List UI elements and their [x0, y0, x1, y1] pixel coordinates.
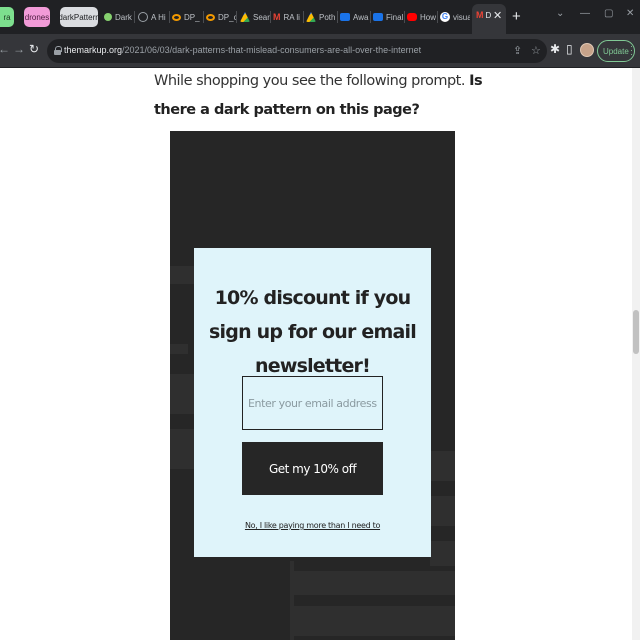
tab-final[interactable]: Final	[373, 6, 403, 28]
get-discount-button[interactable]: Get my 10% off	[242, 442, 383, 495]
newsletter-popup: 10% discount if you sign up for our emai…	[194, 248, 431, 557]
gmail-icon: M	[476, 10, 484, 20]
extensions-puzzle-icon[interactable]: ✱	[550, 42, 560, 56]
youtube-icon	[407, 13, 417, 21]
scrollbar-thumb[interactable]	[633, 310, 639, 354]
popup-title: 10% discount if you sign up for our emai…	[209, 287, 417, 377]
lock-icon	[54, 46, 62, 55]
google-icon: G	[440, 12, 450, 22]
page-scrollbar[interactable]	[632, 68, 640, 640]
close-window-icon[interactable]: ✕	[626, 8, 634, 19]
forward-icon[interactable]: →	[13, 42, 25, 56]
tab-dp-2[interactable]: DP_c	[206, 6, 236, 28]
tab-active-title: M D	[476, 10, 492, 20]
tab-search[interactable]: Sear	[240, 6, 270, 28]
maximize-icon[interactable]: ▢	[604, 8, 613, 19]
tab-strip: ra drones darkPattern Dark A Hi DP_ DP_c…	[0, 0, 640, 34]
tab-search-icon[interactable]: ⌄	[556, 8, 564, 19]
tab-awa[interactable]: Awa	[340, 6, 370, 28]
infinity-icon	[172, 13, 181, 21]
minimize-icon[interactable]: —	[580, 8, 590, 19]
tab-poth[interactable]: Poth	[306, 6, 336, 28]
tab-dp-1[interactable]: DP_	[172, 6, 202, 28]
leaf-icon	[104, 13, 112, 21]
letter-icon	[340, 13, 350, 21]
letter-icon	[373, 13, 383, 21]
avatar[interactable]	[580, 43, 594, 57]
share-icon[interactable]: ⇪	[513, 44, 522, 57]
email-field[interactable]	[242, 376, 383, 430]
drive-icon	[306, 12, 316, 22]
globe-icon	[138, 12, 148, 22]
close-tab-icon[interactable]: ✕	[493, 9, 502, 22]
address-bar[interactable]: themarkup.org/2021/06/03/dark-patterns-t…	[47, 39, 547, 63]
tab-ra-li[interactable]: M RA li	[273, 6, 303, 28]
article-prompt: While shopping you see the following pro…	[154, 73, 483, 118]
page-content: While shopping you see the following pro…	[0, 68, 640, 640]
bookmark-star-icon[interactable]: ☆	[531, 44, 541, 57]
tab-how[interactable]: How	[407, 6, 437, 28]
tab-dark[interactable]: Dark	[104, 6, 134, 28]
drive-icon	[240, 12, 250, 22]
new-tab-button[interactable]: +	[512, 8, 521, 25]
reload-icon[interactable]: ↻	[29, 42, 39, 56]
url-text[interactable]: themarkup.org/2021/06/03/dark-patterns-t…	[64, 45, 421, 55]
tab-a-hi[interactable]: A Hi	[138, 6, 168, 28]
tab-group-drones[interactable]: drones	[24, 7, 50, 27]
infinity-icon	[206, 13, 215, 21]
decline-link[interactable]: No, I like paying more than I need to	[194, 521, 431, 530]
browser-toolbar: ← → ↻ themarkup.org/2021/06/03/dark-patt…	[0, 34, 640, 68]
gmail-icon: M	[273, 12, 281, 22]
menu-dots-icon[interactable]: · · ·	[630, 42, 634, 59]
tab-group-ra[interactable]: ra	[0, 7, 14, 27]
tab-visua[interactable]: G visua	[440, 6, 470, 28]
back-icon[interactable]: ←	[0, 42, 10, 56]
sidepanel-icon[interactable]: ▯	[566, 42, 573, 56]
tab-group-darkpattern[interactable]: darkPattern	[58, 7, 100, 27]
